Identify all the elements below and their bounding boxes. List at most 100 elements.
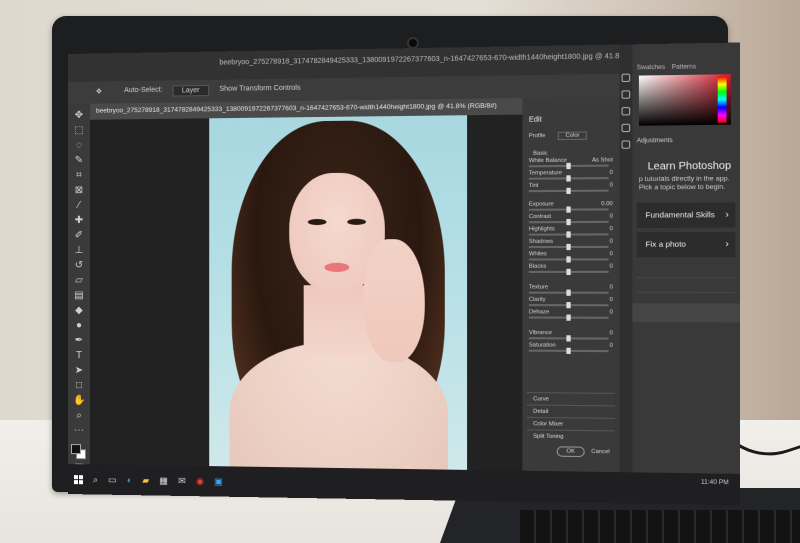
split-toning-section[interactable]: Split Toning [527, 429, 615, 441]
photoshop-icon[interactable]: ▣ [214, 476, 223, 487]
slider-row-whites[interactable]: Whites 0 [529, 251, 615, 262]
lasso-icon[interactable]: ◌ [73, 140, 85, 152]
slider-row-white-balance[interactable]: White Balance As Shot [529, 157, 615, 168]
crop-icon[interactable]: ⌗ [73, 170, 85, 182]
canvas-area[interactable] [90, 115, 522, 471]
healing-brush-icon[interactable]: ✚ [73, 215, 85, 227]
foreground-color-swatch[interactable] [71, 444, 81, 454]
slider-row-highlights[interactable]: Highlights 0 [529, 226, 615, 237]
slider-value[interactable]: 0 [610, 330, 613, 336]
gradient-icon[interactable]: ▤ [73, 290, 85, 302]
slider-knob[interactable] [566, 188, 570, 194]
learn-card-fix-a-photo[interactable]: Fix a photo › [637, 232, 736, 257]
taskbar-clock[interactable]: 11:40 PM [701, 480, 729, 487]
slider-value[interactable]: 0 [610, 284, 613, 290]
hand-icon[interactable]: ✋ [73, 395, 85, 407]
detail-section[interactable]: Detail [527, 404, 615, 416]
slider-knob[interactable] [566, 302, 570, 308]
learn-panel-icon[interactable] [622, 124, 631, 132]
slider-value[interactable]: 0 [610, 251, 613, 257]
tab-swatches[interactable]: Swatches [637, 65, 665, 72]
slider-value[interactable]: 0 [610, 309, 613, 315]
properties-panel-icon[interactable] [622, 90, 631, 98]
slider-value[interactable]: As Shot [592, 157, 613, 163]
tab-patterns[interactable]: Patterns [672, 64, 696, 71]
slider-row-blacks[interactable]: Blacks 0 [529, 264, 615, 274]
slider-value[interactable]: 0.00 [601, 201, 613, 207]
dodge-icon[interactable]: ● [73, 320, 85, 332]
layer-select[interactable]: Layer [173, 85, 209, 97]
history-panel-icon[interactable] [622, 74, 631, 82]
layers-panel-icon[interactable] [622, 140, 631, 148]
list-item[interactable] [637, 278, 736, 293]
chrome-icon[interactable]: ◉ [196, 475, 204, 486]
move-tool-icon[interactable]: ✥ [96, 88, 102, 96]
slider-row-vibrance[interactable]: Vibrance 0 [529, 330, 615, 341]
show-transform-checkbox[interactable]: Show Transform Controls [219, 85, 300, 93]
clone-stamp-icon[interactable]: ⊥ [73, 245, 85, 257]
slider-row-exposure[interactable]: Exposure 0.00 [529, 201, 615, 212]
frame-icon[interactable]: ⊠ [73, 185, 85, 197]
slider-row-contrast[interactable]: Contrast 0 [529, 214, 615, 225]
slider-knob[interactable] [566, 348, 570, 354]
cancel-button[interactable]: Cancel [591, 449, 610, 455]
slider-value[interactable]: 0 [610, 170, 613, 176]
slider-knob[interactable] [566, 290, 570, 296]
slider-knob[interactable] [566, 335, 570, 341]
store-icon[interactable]: ▦ [159, 475, 168, 486]
task-view-icon[interactable]: ▭ [108, 474, 117, 485]
slider-knob[interactable] [566, 163, 570, 169]
learn-card-fundamental-skills[interactable]: Fundamental Skills › [637, 202, 736, 228]
curve-section[interactable]: Curve [527, 392, 615, 404]
ok-button[interactable]: OK [557, 446, 585, 457]
slider-knob[interactable] [566, 269, 570, 275]
path-select-icon[interactable]: ➤ [73, 365, 85, 377]
file-explorer-icon[interactable]: ▰ [142, 475, 149, 486]
slider-row-dehaze[interactable]: Dehaze 0 [529, 309, 615, 320]
rectangle-icon[interactable]: □ [73, 380, 85, 392]
slider-row-shadows[interactable]: Shadows 0 [529, 239, 615, 250]
slider-value[interactable]: 0 [610, 239, 613, 245]
slider-row-tint[interactable]: Tint 0 [529, 182, 615, 193]
slider-knob[interactable] [566, 256, 570, 262]
profile-select[interactable]: Color [558, 131, 587, 140]
slider-knob[interactable] [566, 315, 570, 321]
brush-icon[interactable]: ✐ [73, 230, 85, 242]
windows-start-icon[interactable] [74, 475, 83, 484]
eraser-icon[interactable]: ▱ [73, 275, 85, 287]
brush-panel-icon[interactable] [622, 107, 631, 115]
slider-value[interactable]: 0 [610, 343, 613, 349]
slider-value[interactable]: 0 [610, 182, 613, 188]
more-icon[interactable]: ⋯ [73, 425, 85, 437]
type-icon[interactable]: T [73, 350, 85, 362]
auto-select-checkbox[interactable]: Auto-Select: [124, 87, 162, 95]
slider-value[interactable]: 0 [610, 297, 613, 303]
mail-icon[interactable]: ✉ [178, 475, 186, 486]
slider-value[interactable]: 0 [610, 226, 613, 232]
color-mixer-section[interactable]: Color Mixer [527, 417, 615, 429]
adjustments-tab[interactable]: Adjustments [637, 138, 673, 145]
hue-slider[interactable] [718, 76, 727, 122]
slider-row-saturation[interactable]: Saturation 0 [529, 342, 615, 353]
eyedropper-icon[interactable]: ⁄ [73, 200, 85, 212]
profile-row[interactable]: Profile Color [529, 133, 587, 140]
edge-icon[interactable]: ◐ [127, 475, 132, 485]
slider-knob[interactable] [566, 206, 570, 212]
slider-row-temperature[interactable]: Temperature 0 [529, 170, 615, 181]
slider-value[interactable]: 0 [610, 214, 613, 220]
quick-select-icon[interactable]: ✎ [73, 155, 85, 167]
slider-row-texture[interactable]: Texture 0 [529, 284, 615, 294]
slider-value[interactable]: 0 [610, 264, 613, 270]
slider-knob[interactable] [566, 175, 570, 181]
blur-icon[interactable]: ◆ [73, 305, 85, 317]
history-brush-icon[interactable]: ↺ [73, 260, 85, 272]
search-icon[interactable]: ⌕ [93, 474, 98, 485]
zoom-icon[interactable]: ⌕ [73, 410, 85, 422]
slider-knob[interactable] [566, 244, 570, 250]
slider-knob[interactable] [566, 231, 570, 237]
slider-row-clarity[interactable]: Clarity 0 [529, 297, 615, 308]
pen-icon[interactable]: ✒ [73, 335, 85, 347]
list-item[interactable] [637, 263, 736, 278]
marquee-icon[interactable]: ⬚ [73, 125, 85, 137]
move-icon[interactable]: ✥ [73, 110, 85, 122]
